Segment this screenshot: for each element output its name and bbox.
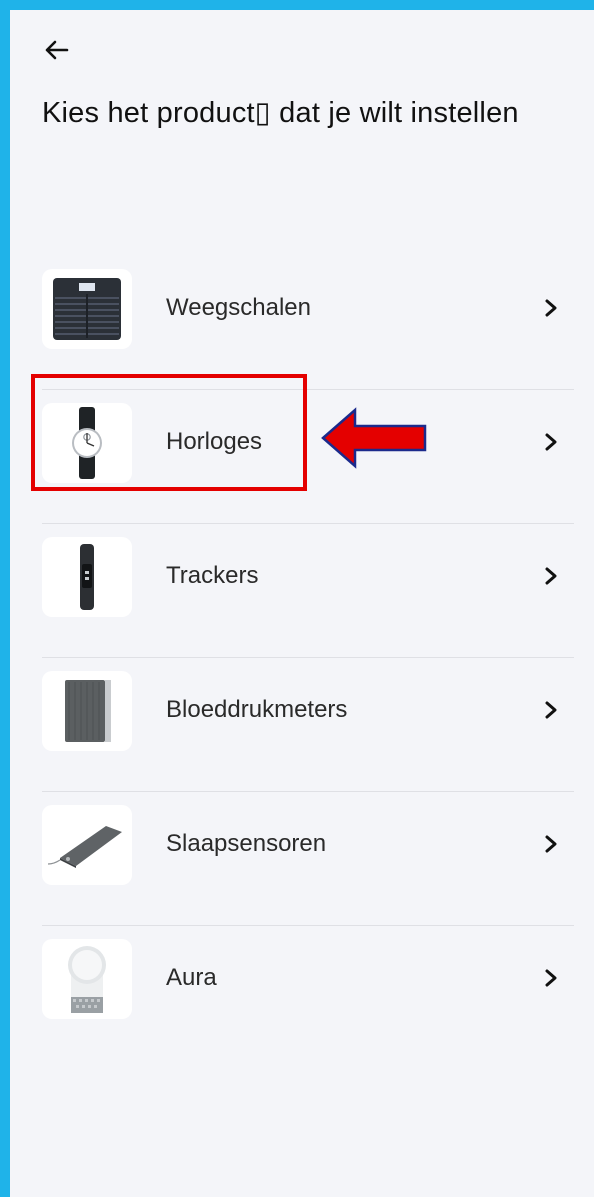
product-label: Slaapsensoren: [166, 830, 327, 857]
product-thumb: [42, 403, 132, 483]
product-item-trackers[interactable]: Trackers: [10, 523, 594, 657]
arrow-left-icon: [45, 40, 69, 60]
product-label: Bloeddrukmeters: [166, 696, 348, 723]
pointer-arrow-icon: [321, 407, 427, 469]
activity-tracker-icon: [80, 544, 94, 610]
product-thumb: [42, 537, 132, 617]
chevron-right-icon: [545, 969, 557, 987]
product-thumb: [42, 269, 132, 349]
chevron-right-icon: [545, 701, 557, 719]
product-item-aura[interactable]: Aura: [10, 925, 594, 1059]
aura-device-icon: [68, 946, 106, 1013]
product-item-scales[interactable]: Weegschalen: [10, 255, 594, 389]
chevron-right-icon: [545, 433, 557, 451]
product-list: Weegschalen Horloges Trackers Bloeddrukm…: [10, 255, 594, 1059]
app-screen: Kies het product▯ dat je wilt instellen: [10, 10, 594, 1197]
chevron-right-icon: [545, 567, 557, 585]
product-label: Aura: [166, 964, 217, 991]
product-label: Weegschalen: [166, 294, 311, 321]
product-item-watches[interactable]: Horloges: [10, 389, 594, 523]
blood-pressure-monitor-icon: [65, 680, 111, 742]
product-thumb: [42, 939, 132, 1019]
hybrid-watch-icon: [72, 407, 102, 479]
page-title: Kies het product▯ dat je wilt instellen: [42, 97, 519, 129]
chevron-right-icon: [545, 835, 557, 853]
product-label: Trackers: [166, 562, 259, 589]
chevron-right-icon: [545, 299, 557, 317]
product-label: Horloges: [166, 428, 263, 455]
sleep-sensor-icon: [47, 826, 122, 868]
product-thumb: [42, 671, 132, 751]
product-item-bpm[interactable]: Bloeddrukmeters: [10, 657, 594, 791]
back-button[interactable]: [38, 32, 74, 68]
smart-scale-icon: [53, 278, 121, 340]
product-item-sleep[interactable]: Slaapsensoren: [10, 791, 594, 925]
product-thumb: [42, 805, 132, 885]
